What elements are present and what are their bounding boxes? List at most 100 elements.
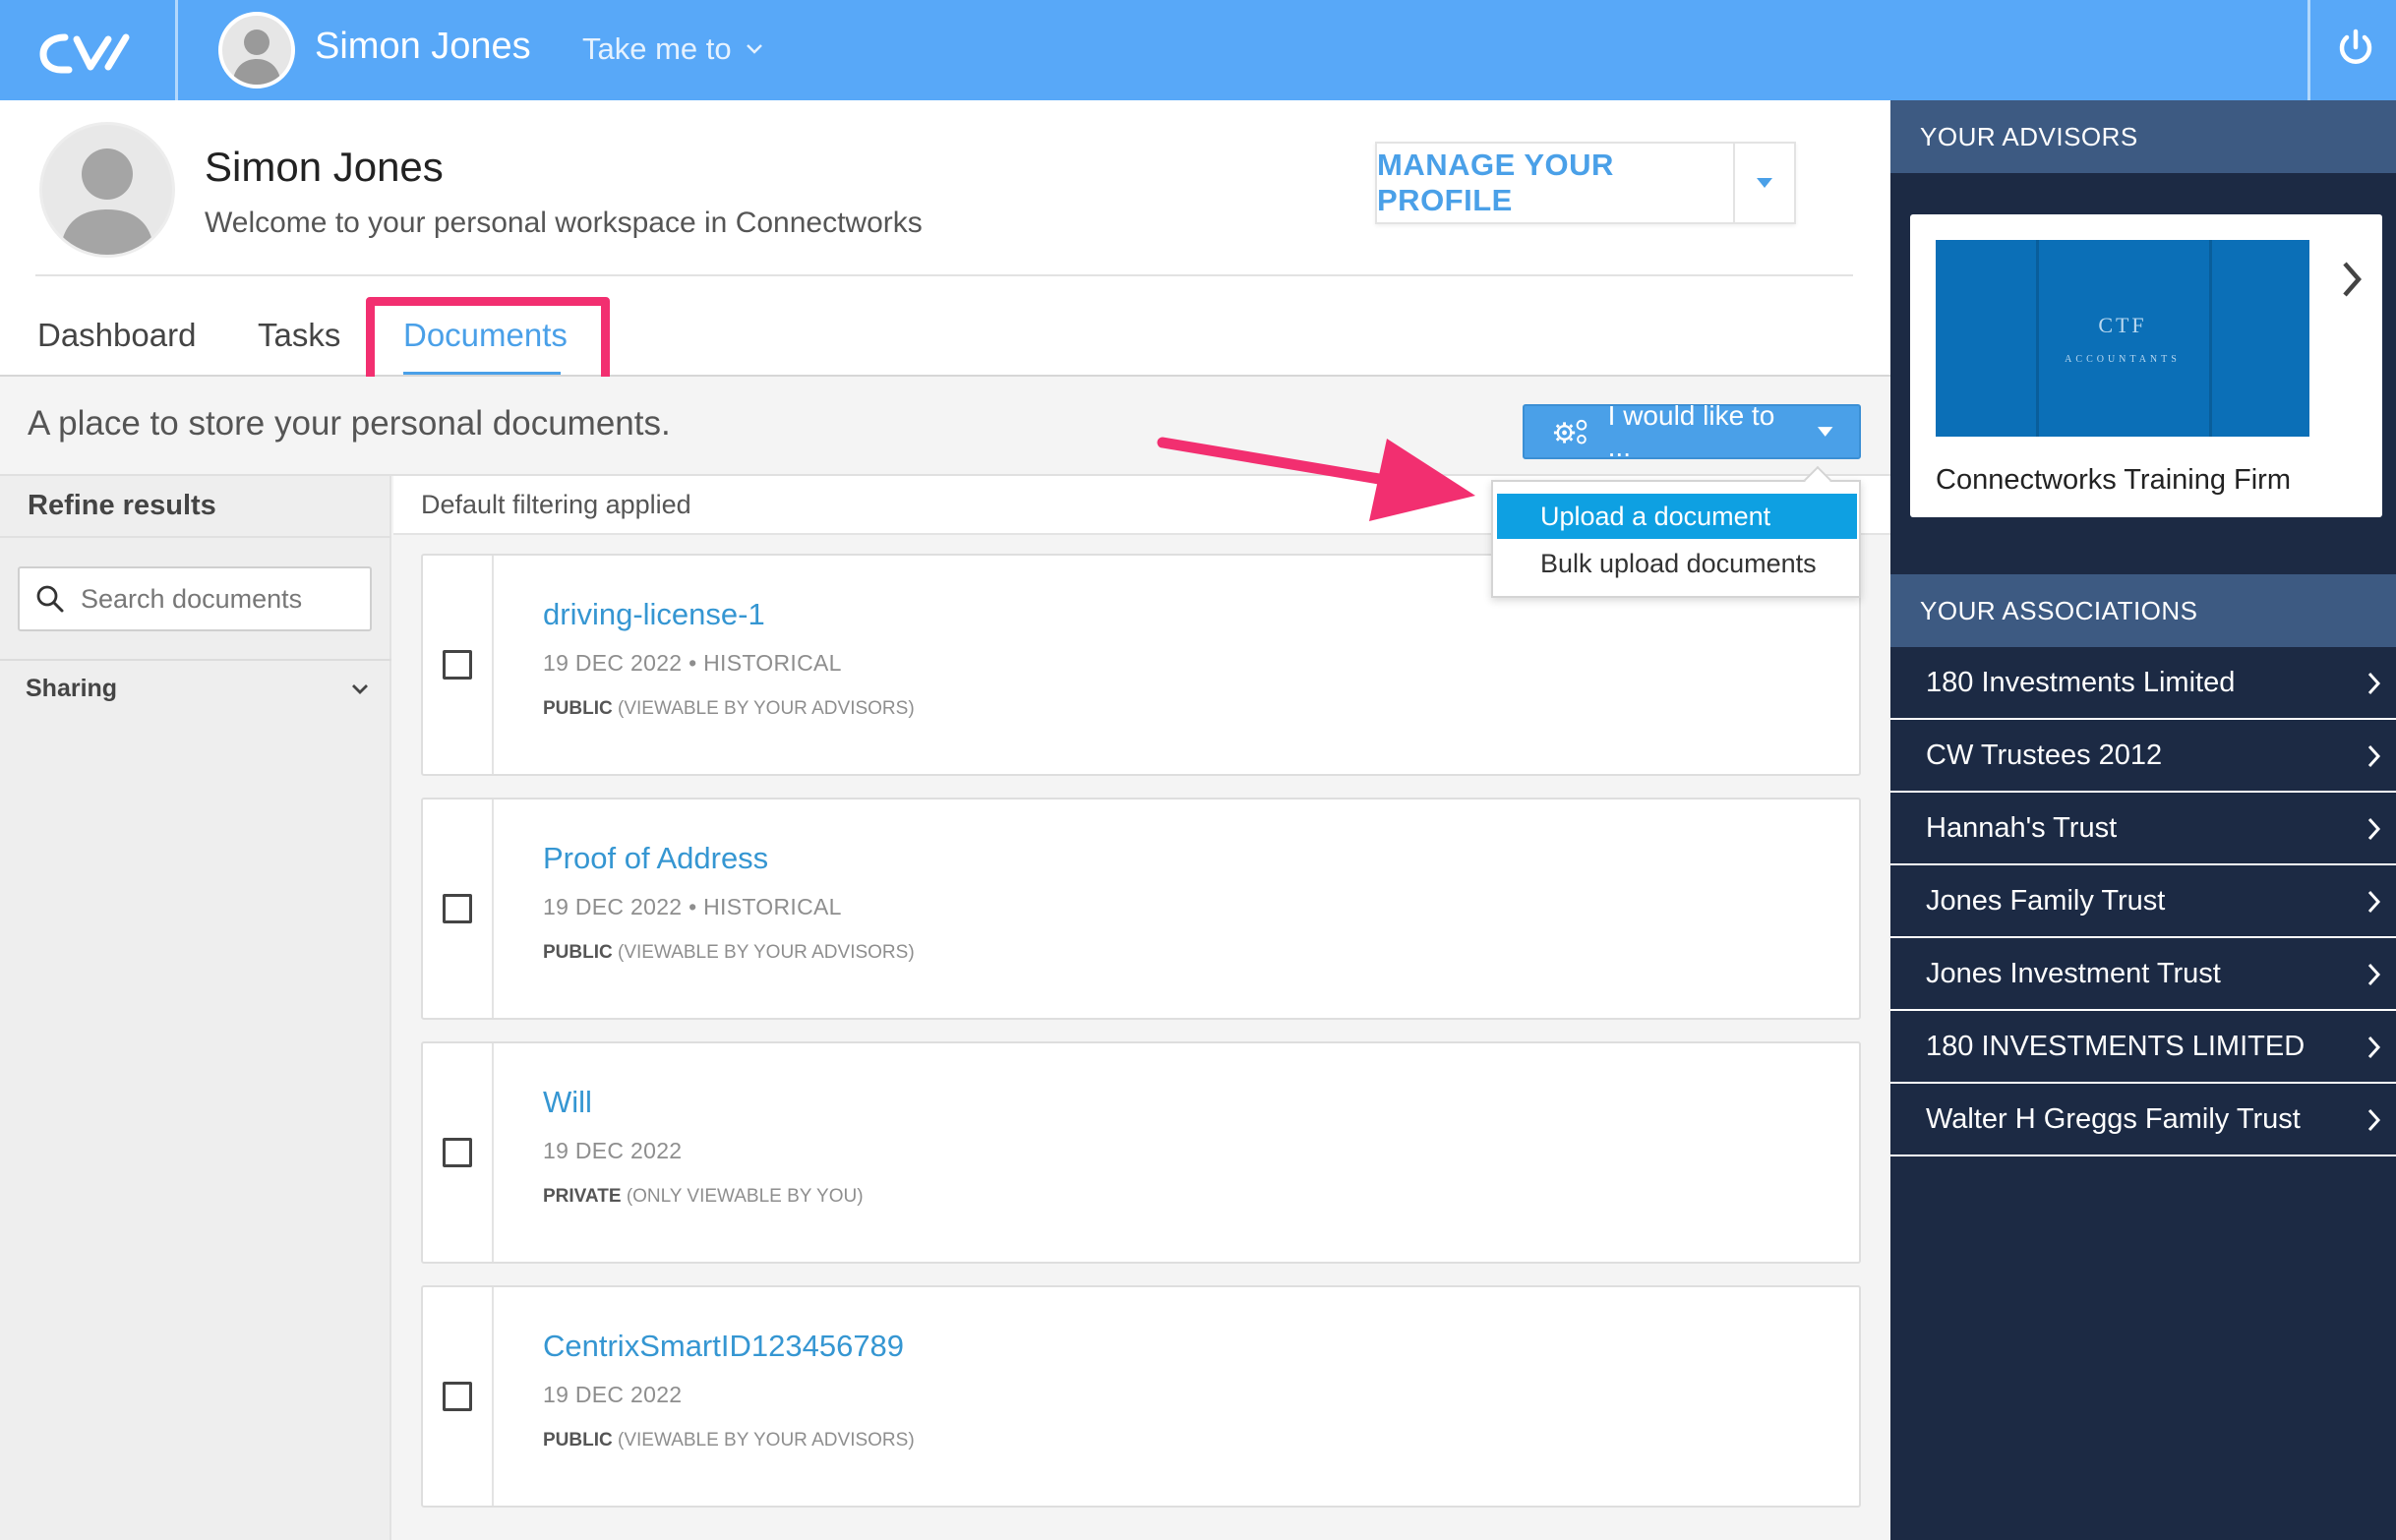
i-would-like-to-label: I would like to ... xyxy=(1607,400,1775,462)
document-select-column xyxy=(423,556,494,774)
refine-sidebar: Refine results Sharing xyxy=(0,476,391,1540)
profile-welcome: Welcome to your personal workspace in Co… xyxy=(205,207,923,239)
visibility-note: (VIEWABLE BY YOUR ADVISORS) xyxy=(618,1430,915,1451)
connectworks-logo-icon[interactable] xyxy=(37,28,146,77)
tab-bar: Dashboard Tasks Documents xyxy=(0,295,1890,378)
association-label: 180 Investments Limited xyxy=(1926,666,2236,698)
i-would-like-to-button[interactable]: I would like to ... xyxy=(1523,400,1861,462)
refine-divider-2 xyxy=(0,659,391,661)
document-visibility: PUBLIC (VIEWABLE BY YOUR ADVISORS) xyxy=(543,698,915,720)
associations-header: YOUR ASSOCIATIONS xyxy=(1890,574,2396,647)
document-card: Will 19 DEC 2022 PRIVATE (ONLY VIEWABLE … xyxy=(421,1041,1861,1264)
association-item[interactable]: 180 Investments Limited xyxy=(1890,647,2396,720)
manage-profile-button[interactable]: MANAGE YOUR PROFILE xyxy=(1375,142,1796,224)
take-me-to-menu[interactable]: Take me to xyxy=(582,31,763,67)
menu-item-upload-document[interactable]: Upload a document xyxy=(1497,494,1857,539)
visibility-level: PRIVATE xyxy=(543,1186,622,1207)
advisor-card[interactable]: CTF ACCOUNTANTS Connectworks Training Fi… xyxy=(1910,214,2382,517)
chevron-right-icon xyxy=(2367,963,2381,986)
document-checkbox[interactable] xyxy=(443,650,472,680)
tab-dashboard[interactable]: Dashboard xyxy=(37,317,196,354)
profile-name: Simon Jones xyxy=(205,144,444,190)
document-visibility: PRIVATE (ONLY VIEWABLE BY YOU) xyxy=(543,1186,864,1208)
association-item[interactable]: Walter H Greggs Family Trust xyxy=(1890,1084,2396,1156)
document-select-column xyxy=(423,1043,494,1262)
association-label: Walter H Greggs Family Trust xyxy=(1926,1102,2301,1135)
document-meta: 19 DEC 2022 xyxy=(543,1138,683,1163)
person-icon xyxy=(232,30,281,85)
chevron-right-icon xyxy=(2367,744,2381,768)
document-checkbox[interactable] xyxy=(443,1382,472,1411)
document-visibility: PUBLIC (VIEWABLE BY YOUR ADVISORS) xyxy=(543,942,915,964)
document-title-link[interactable]: Will xyxy=(543,1085,592,1120)
filter-status-text: Default filtering applied xyxy=(421,490,691,519)
search-documents-input[interactable] xyxy=(81,583,356,615)
profile-divider xyxy=(35,274,1853,276)
advisor-logo: CTF ACCOUNTANTS xyxy=(1936,240,2309,437)
association-label: Jones Investment Trust xyxy=(1926,957,2221,989)
search-box[interactable] xyxy=(18,566,372,631)
document-title-link[interactable]: driving-license-1 xyxy=(543,597,765,632)
power-icon[interactable] xyxy=(2331,24,2380,73)
association-label: CW Trustees 2012 xyxy=(1926,739,2163,771)
tab-tasks[interactable]: Tasks xyxy=(258,317,340,354)
chevron-right-icon xyxy=(2367,890,2381,914)
search-icon xyxy=(36,585,64,613)
gears-icon xyxy=(1553,419,1587,444)
visibility-level: PUBLIC xyxy=(543,1430,613,1451)
visibility-level: PUBLIC xyxy=(543,698,613,719)
association-label: 180 INVESTMENTS LIMITED xyxy=(1926,1030,2306,1062)
document-select-column xyxy=(423,1287,494,1506)
right-panel: YOUR ADVISORS CTF ACCOUNTANTS Connectwor… xyxy=(1890,100,2396,1540)
document-title-link[interactable]: Proof of Address xyxy=(543,841,768,876)
document-title-link[interactable]: CentrixSmartID123456789 xyxy=(543,1329,904,1364)
association-item[interactable]: CW Trustees 2012 xyxy=(1890,720,2396,793)
document-checkbox[interactable] xyxy=(443,1138,472,1167)
association-label: Jones Family Trust xyxy=(1926,884,2166,917)
topbar-divider-right xyxy=(2307,0,2310,100)
documents-description: A place to store your personal documents… xyxy=(28,404,671,443)
document-meta: 19 DEC 2022 • HISTORICAL xyxy=(543,894,842,919)
take-me-to-label: Take me to xyxy=(582,31,732,66)
document-card: Proof of Address 19 DEC 2022 • HISTORICA… xyxy=(421,798,1861,1020)
topbar-avatar[interactable] xyxy=(218,12,295,89)
menu-item-bulk-upload[interactable]: Bulk upload documents xyxy=(1497,541,1857,586)
action-dropdown-menu: Upload a document Bulk upload documents xyxy=(1491,465,1861,598)
association-label: Hannah's Trust xyxy=(1926,811,2118,844)
document-select-column xyxy=(423,800,494,1018)
refine-title: Refine results xyxy=(28,490,216,521)
caret-down-icon xyxy=(1817,427,1833,437)
annotation-arrow-icon xyxy=(1157,437,1475,521)
visibility-note: (VIEWABLE BY YOUR ADVISORS) xyxy=(618,698,915,719)
top-bar: Simon Jones Take me to xyxy=(0,0,2396,100)
visibility-note: (ONLY VIEWABLE BY YOU) xyxy=(626,1186,864,1207)
profile-avatar[interactable] xyxy=(39,122,175,258)
visibility-note: (VIEWABLE BY YOUR ADVISORS) xyxy=(618,942,915,963)
document-visibility: PUBLIC (VIEWABLE BY YOUR ADVISORS) xyxy=(543,1430,915,1451)
chevron-down-icon xyxy=(352,683,368,694)
visibility-level: PUBLIC xyxy=(543,942,613,963)
sharing-filter-toggle[interactable]: Sharing xyxy=(26,675,370,703)
manage-profile-label[interactable]: MANAGE YOUR PROFILE xyxy=(1377,144,1735,222)
sharing-label: Sharing xyxy=(26,675,118,702)
advisor-name: Connectworks Training Firm xyxy=(1936,464,2291,496)
advisor-logo-subtext: ACCOUNTANTS xyxy=(2065,354,2181,365)
document-meta: 19 DEC 2022 • HISTORICAL xyxy=(543,650,842,676)
chevron-right-icon xyxy=(2367,1036,2381,1059)
manage-profile-dropdown[interactable] xyxy=(1735,144,1794,222)
association-item[interactable]: Hannah's Trust xyxy=(1890,793,2396,865)
topbar-divider xyxy=(175,0,178,100)
association-item[interactable]: Jones Investment Trust xyxy=(1890,938,2396,1011)
document-checkbox[interactable] xyxy=(443,894,472,923)
chevron-right-icon xyxy=(2367,817,2381,841)
topbar-username[interactable]: Simon Jones xyxy=(315,26,531,68)
person-icon xyxy=(60,148,154,255)
chevron-right-icon xyxy=(2367,1108,2381,1132)
refine-divider xyxy=(0,536,391,538)
advisors-header: YOUR ADVISORS xyxy=(1890,100,2396,173)
association-item[interactable]: 180 INVESTMENTS LIMITED xyxy=(1890,1011,2396,1084)
caret-down-icon xyxy=(1757,178,1772,188)
document-meta: 19 DEC 2022 xyxy=(543,1382,683,1407)
chevron-right-icon[interactable] xyxy=(2339,258,2366,301)
association-item[interactable]: Jones Family Trust xyxy=(1890,865,2396,938)
